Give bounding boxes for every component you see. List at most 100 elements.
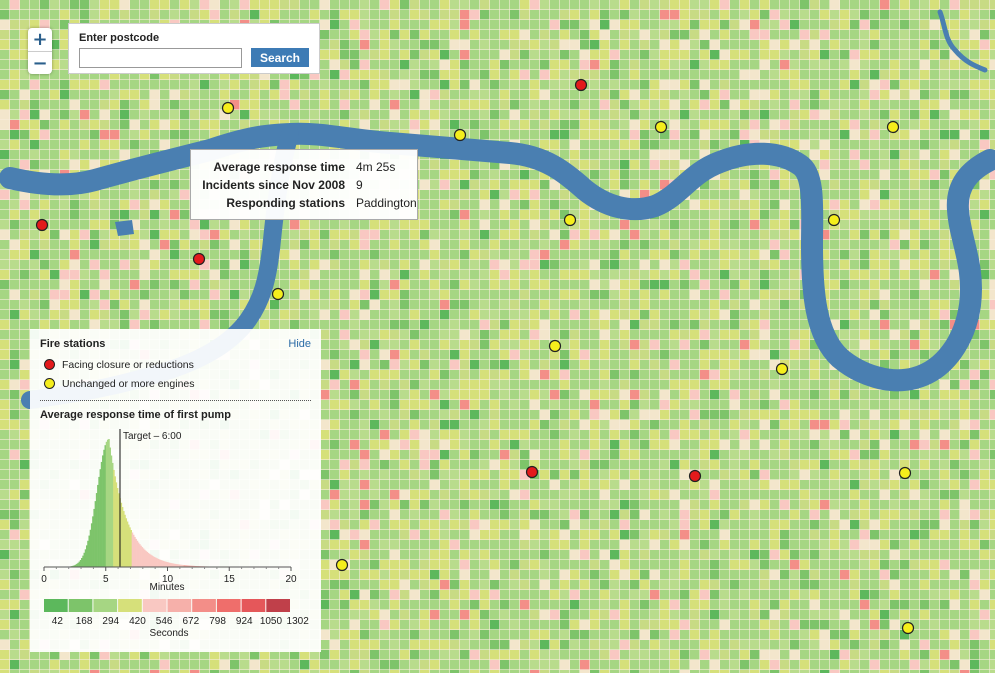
grid-cell (900, 320, 910, 330)
grid-cell (80, 120, 90, 130)
grid-cell (940, 130, 950, 140)
grid-cell (850, 310, 860, 320)
grid-cell (420, 70, 430, 80)
grid-cell (320, 420, 330, 430)
grid-cell (340, 100, 350, 110)
grid-cell (330, 240, 340, 250)
grid-cell (550, 130, 560, 140)
grid-cell (380, 400, 390, 410)
grid-cell (570, 490, 580, 500)
grid-cell (930, 280, 940, 290)
grid-cell (460, 240, 470, 250)
grid-cell (590, 220, 600, 230)
grid-cell (310, 250, 320, 260)
grid-cell (490, 350, 500, 360)
grid-cell (580, 100, 590, 110)
grid-cell (740, 360, 750, 370)
grid-cell (500, 90, 510, 100)
grid-cell (10, 310, 20, 320)
grid-cell (160, 310, 170, 320)
grid-cell (950, 130, 960, 140)
grid-cell (940, 220, 950, 230)
grid-cell (530, 440, 540, 450)
grid-cell (0, 440, 10, 450)
grid-cell (410, 490, 420, 500)
grid-cell (370, 480, 380, 490)
grid-cell (700, 310, 710, 320)
grid-cell (880, 270, 890, 280)
grid-cell (420, 430, 430, 440)
grid-cell (210, 220, 220, 230)
grid-cell (980, 320, 990, 330)
grid-cell (930, 80, 940, 90)
grid-cell (890, 270, 900, 280)
grid-cell (0, 270, 10, 280)
grid-cell (740, 210, 750, 220)
grid-cell (160, 280, 170, 290)
grid-cell (650, 180, 660, 190)
grid-cell (500, 350, 510, 360)
grid-cell (900, 450, 910, 460)
grid-cell (450, 0, 460, 10)
grid-cell (380, 100, 390, 110)
grid-cell (550, 490, 560, 500)
grid-cell (600, 30, 610, 40)
grid-cell (920, 460, 930, 470)
grid-cell (360, 440, 370, 450)
grid-cell (120, 200, 130, 210)
grid-cell (180, 220, 190, 230)
grid-cell (530, 230, 540, 240)
grid-cell (700, 30, 710, 40)
grid-cell (870, 250, 880, 260)
grid-cell (390, 30, 400, 40)
grid-cell (890, 160, 900, 170)
grid-cell (90, 310, 100, 320)
grid-cell (330, 390, 340, 400)
grid-cell (760, 490, 770, 500)
grid-cell (450, 260, 460, 270)
grid-cell (910, 30, 920, 40)
grid-cell (0, 140, 10, 150)
grid-cell (150, 240, 160, 250)
grid-cell (440, 400, 450, 410)
grid-cell (920, 340, 930, 350)
grid-cell (710, 340, 720, 350)
grid-cell (80, 210, 90, 220)
grid-cell (810, 470, 820, 480)
grid-cell (330, 20, 340, 30)
grid-cell (0, 130, 10, 140)
grid-cell (550, 50, 560, 60)
grid-cell (320, 300, 330, 310)
grid-cell (70, 260, 80, 270)
grid-cell (130, 90, 140, 100)
grid-cell (720, 330, 730, 340)
grid-cell (700, 400, 710, 410)
grid-cell (540, 360, 550, 370)
grid-cell (330, 400, 340, 410)
grid-cell (790, 20, 800, 30)
grid-cell (660, 10, 670, 20)
grid-cell (840, 380, 850, 390)
grid-cell (780, 270, 790, 280)
grid-cell (750, 170, 760, 180)
grid-cell (620, 470, 630, 480)
grid-cell (420, 210, 430, 220)
grid-cell (420, 20, 430, 30)
grid-cell (950, 150, 960, 160)
grid-cell (590, 310, 600, 320)
grid-cell (10, 120, 20, 130)
grid-cell (110, 300, 120, 310)
grid-cell (780, 250, 790, 260)
grid-cell (540, 110, 550, 120)
grid-cell (500, 180, 510, 190)
grid-cell (980, 440, 990, 450)
grid-cell (570, 450, 580, 460)
grid-cell (910, 220, 920, 230)
grid-cell (870, 20, 880, 30)
grid-cell (660, 380, 670, 390)
grid-cell (860, 170, 870, 180)
grid-cell (590, 160, 600, 170)
grid-cell (330, 420, 340, 430)
map[interactable]: + − Enter postcode Search Average respon… (0, 0, 995, 673)
grid-cell (550, 310, 560, 320)
